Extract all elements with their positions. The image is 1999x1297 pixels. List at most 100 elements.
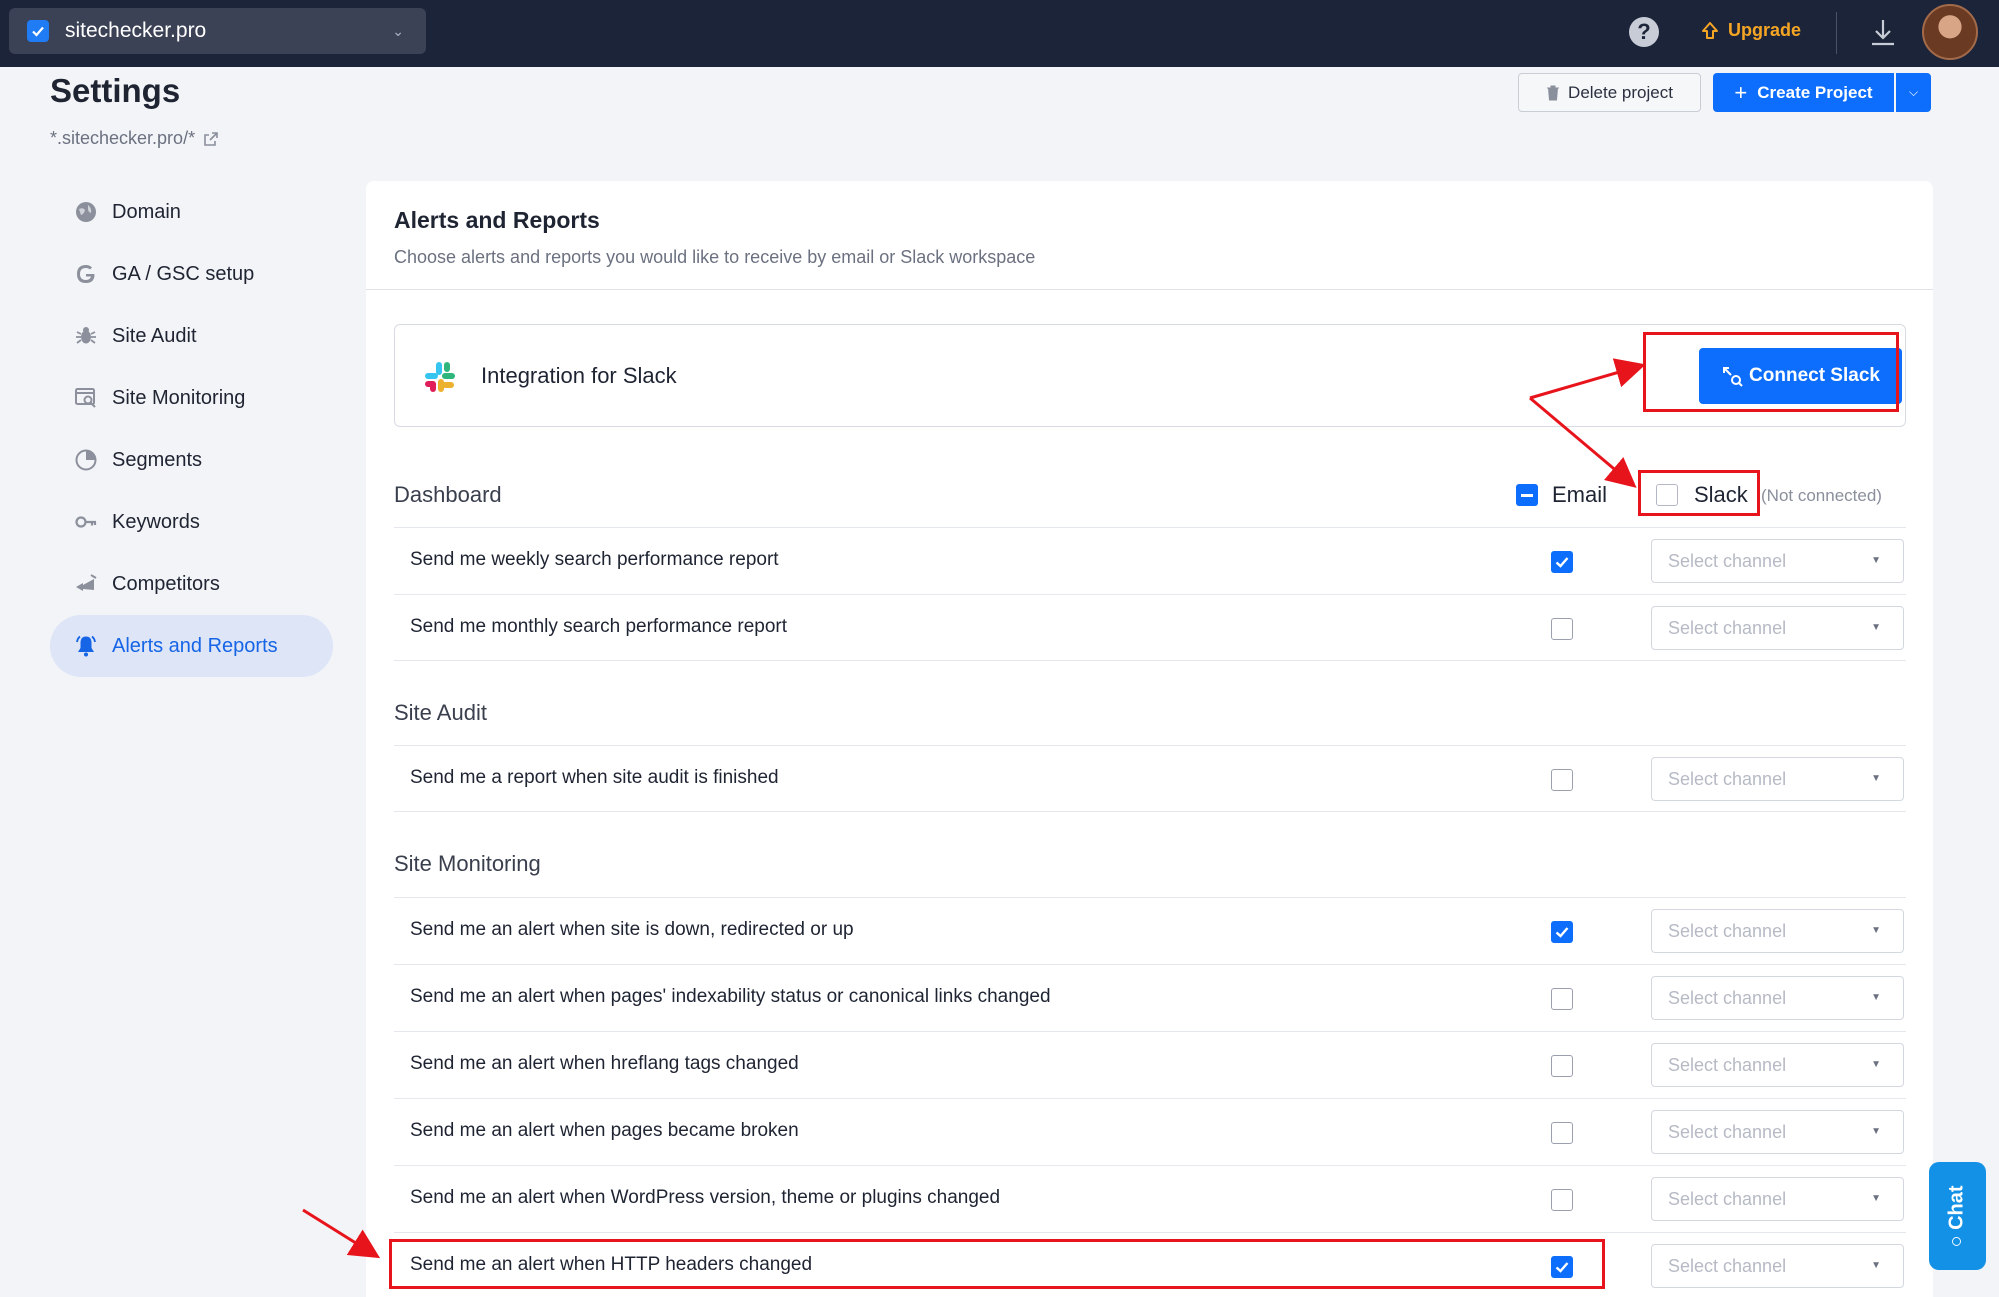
- table-row: Send me weekly search performance report…: [394, 527, 1906, 594]
- create-project-button[interactable]: + Create Project: [1713, 73, 1894, 112]
- email-checkbox[interactable]: [1551, 921, 1573, 943]
- slack-channel-select[interactable]: Select channel ▼: [1651, 909, 1904, 953]
- email-checkbox[interactable]: [1551, 988, 1573, 1010]
- globe-icon: [76, 202, 96, 222]
- caret-down-icon: ▼: [1871, 1260, 1881, 1271]
- plus-icon: +: [1734, 79, 1748, 105]
- email-checkbox[interactable]: [1551, 1122, 1573, 1144]
- annotation-box-slack-column: [1638, 470, 1760, 516]
- sidebar-item-site-audit[interactable]: Site Audit: [50, 305, 333, 367]
- google-icon: [77, 265, 95, 283]
- sidebar-item-ga-gsc[interactable]: GA / GSC setup: [50, 243, 333, 305]
- slack-channel-select[interactable]: Select channel ▼: [1651, 539, 1904, 583]
- sidebar-item-label: Site Audit: [112, 324, 197, 347]
- slack-integration-label: Integration for Slack: [481, 363, 677, 388]
- email-select-all-checkbox[interactable]: [1516, 484, 1538, 506]
- key-icon: [75, 516, 97, 528]
- upgrade-button[interactable]: Upgrade: [1700, 20, 1801, 41]
- slack-channel-select[interactable]: Select channel ▼: [1651, 1244, 1904, 1288]
- delete-project-button[interactable]: Delete project: [1518, 73, 1701, 112]
- sidebar-item-label: Alerts and Reports: [112, 634, 278, 657]
- sidebar-item-alerts-reports[interactable]: Alerts and Reports: [50, 615, 333, 677]
- row-label: Send me an alert when WordPress version,…: [410, 1187, 1001, 1208]
- caret-down-icon: ▼: [1871, 555, 1881, 566]
- sidebar-item-keywords[interactable]: Keywords: [50, 491, 333, 553]
- caret-down-icon: ▼: [1871, 1193, 1881, 1204]
- slack-channel-select[interactable]: Select channel ▼: [1651, 976, 1904, 1020]
- email-checkbox[interactable]: [1551, 769, 1573, 791]
- create-project-dropdown[interactable]: ⌵: [1896, 73, 1931, 112]
- email-column-label: Email: [1552, 482, 1608, 507]
- annotation-box-connect-slack: [1643, 332, 1899, 412]
- sidebar-item-label: Segments: [112, 448, 203, 471]
- bug-icon: [76, 327, 96, 344]
- slack-channel-select[interactable]: Select channel ▼: [1651, 1110, 1904, 1154]
- pie-icon: [75, 449, 97, 471]
- external-link-icon: [204, 131, 218, 146]
- caret-down-icon: ▼: [1871, 1059, 1881, 1070]
- sidebar-item-label: Keywords: [112, 510, 200, 533]
- slack-channel-select[interactable]: Select channel ▼: [1651, 757, 1904, 801]
- slack-channel-select[interactable]: Select channel ▼: [1651, 1043, 1904, 1087]
- topbar-divider: [1836, 12, 1837, 54]
- channel-placeholder: Select channel: [1668, 1256, 1787, 1276]
- caret-down-icon: ▼: [1871, 1126, 1881, 1137]
- download-icon[interactable]: [1868, 17, 1898, 49]
- channel-placeholder: Select channel: [1668, 618, 1787, 638]
- create-project-label: Create Project: [1757, 82, 1873, 102]
- row-label: Send me an alert when pages became broke…: [410, 1120, 799, 1141]
- row-label: Send me monthly search performance repor…: [410, 616, 788, 637]
- project-url[interactable]: *.sitechecker.pro/*: [50, 128, 219, 149]
- panel-description: Choose alerts and reports you would like…: [394, 247, 1036, 267]
- channel-placeholder: Select channel: [1668, 1122, 1787, 1142]
- row-label: Send me an alert when hreflang tags chan…: [410, 1053, 799, 1074]
- avatar[interactable]: [1922, 4, 1978, 60]
- trash-icon: [1547, 85, 1560, 100]
- sidebar-item-label: Domain: [112, 200, 181, 223]
- project-name: sitechecker.pro: [65, 19, 207, 42]
- sidebar-item-label: Site Monitoring: [112, 386, 246, 409]
- email-checkbox[interactable]: [1551, 1055, 1573, 1077]
- caret-down-icon: ▼: [1871, 622, 1881, 633]
- panel-title: Alerts and Reports: [394, 207, 600, 233]
- delete-project-label: Delete project: [1568, 82, 1673, 102]
- table-row: Send me an alert when site is down, redi…: [394, 897, 1906, 964]
- row-label: Send me an alert when site is down, redi…: [410, 919, 854, 940]
- sidebar-item-label: GA / GSC setup: [112, 262, 255, 285]
- channel-placeholder: Select channel: [1668, 551, 1787, 571]
- sidebar-item-domain[interactable]: Domain: [50, 181, 333, 243]
- table-row: Send me an alert when pages became broke…: [394, 1098, 1906, 1165]
- slack-channel-select[interactable]: Select channel ▼: [1651, 1177, 1904, 1221]
- competitors-icon: [76, 574, 97, 591]
- row-label: Send me an alert when pages' indexabilit…: [410, 986, 1051, 1007]
- section-title-site-audit: Site Audit: [394, 700, 487, 725]
- channel-placeholder: Select channel: [1668, 769, 1787, 789]
- section-title-dashboard: Dashboard: [394, 482, 502, 507]
- email-checkbox[interactable]: [1551, 618, 1573, 640]
- sidebar-item-competitors[interactable]: Competitors: [50, 553, 333, 615]
- email-checkbox[interactable]: [1551, 1189, 1573, 1211]
- caret-down-icon: ▼: [1871, 773, 1881, 784]
- slack-status-text: (Not connected): [1761, 486, 1882, 505]
- sidebar-item-segments[interactable]: Segments: [50, 429, 333, 491]
- table-row: Send me monthly search performance repor…: [394, 594, 1906, 661]
- email-column-header[interactable]: Email: [1516, 482, 1607, 508]
- annotation-box-http-headers-row: [389, 1239, 1605, 1289]
- divider: [366, 289, 1933, 290]
- chat-button[interactable]: ○ Chat: [1929, 1162, 1986, 1270]
- sidebar-item-site-monitoring[interactable]: Site Monitoring: [50, 367, 333, 429]
- table-row: Send me a report when site audit is fini…: [394, 745, 1906, 812]
- chevron-down-icon: ⌵: [1908, 85, 1919, 99]
- row-label: Send me weekly search performance report: [410, 549, 779, 570]
- slack-channel-select[interactable]: Select channel ▼: [1651, 606, 1904, 650]
- help-icon[interactable]: ?: [1629, 17, 1659, 47]
- channel-placeholder: Select channel: [1668, 1055, 1787, 1075]
- slack-logo-icon: [425, 362, 455, 392]
- channel-placeholder: Select channel: [1668, 988, 1787, 1008]
- project-selector[interactable]: sitechecker.pro ⌄: [9, 8, 426, 54]
- settings-sidebar: Domain GA / GSC setup Site Audit Site Mo…: [50, 181, 333, 677]
- email-checkbox[interactable]: [1551, 551, 1573, 573]
- table-row: Send me an alert when hreflang tags chan…: [394, 1031, 1906, 1098]
- caret-down-icon: ▼: [1871, 925, 1881, 936]
- table-row: Send me an alert when WordPress version,…: [394, 1165, 1906, 1232]
